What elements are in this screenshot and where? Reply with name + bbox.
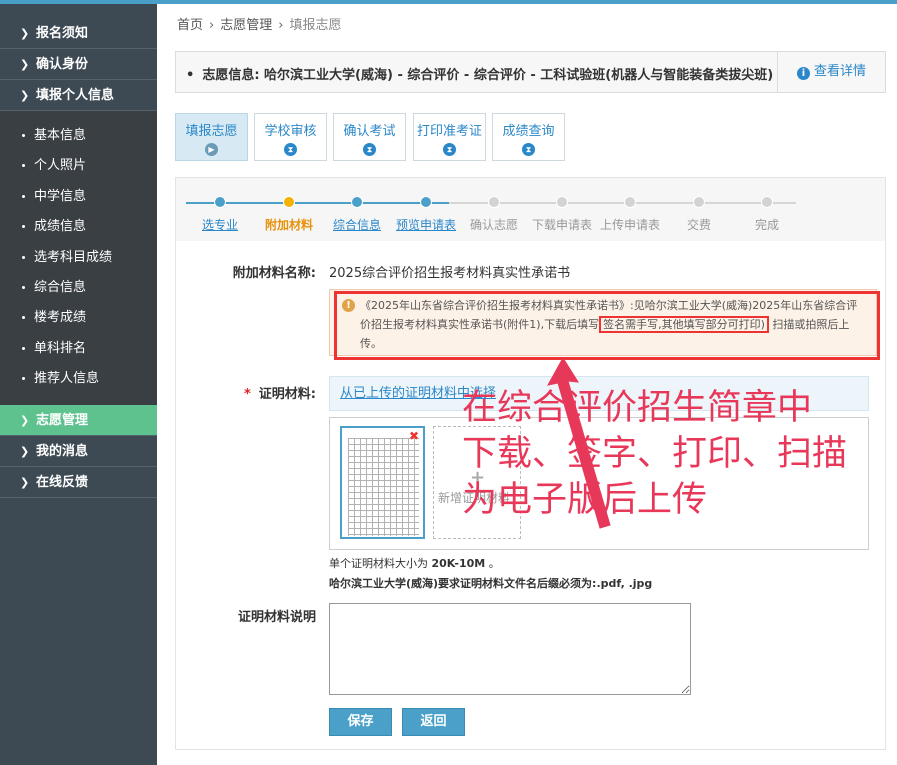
main-content: 首页 › 志愿管理 › 填报志愿 • 志愿信息: 哈尔滨工业大学(威海) - 综合评价 -… (157, 4, 897, 765)
sidebar-item-photo[interactable]: 个人照片 (0, 151, 157, 181)
step-select-major[interactable]: 选专业 (185, 196, 255, 233)
tab-score-query[interactable]: 成绩查询 ⧗ (492, 113, 565, 161)
breadcrumb-current: 填报志愿 (289, 18, 342, 33)
step-dot (214, 196, 226, 208)
file-extension-hint: 哈尔滨工业大学(威海)要求证明材料文件名后缀必须为:.pdf, .jpg (329, 577, 653, 590)
sidebar-item-feedback[interactable]: ❯ 在线反馈 (0, 467, 157, 498)
hourglass-icon: ⧗ (363, 143, 376, 156)
highlight-frame (334, 291, 880, 360)
info-icon: i (796, 67, 810, 80)
material-name-value: 2025综合评价招生报考材料真实性承诺书 (329, 266, 571, 281)
arrow-right-icon: ▶ (205, 143, 218, 156)
application-info-bar: • 志愿信息: 哈尔滨工业大学(威海) - 综合评价 - 综合评价 - 工科试验班… (175, 51, 886, 93)
sidebar-item-referrer-info[interactable]: 推荐人信息 (0, 364, 157, 394)
view-details-button[interactable]: i 查看详情 (777, 52, 885, 92)
chevron-down-icon: ❯ (20, 89, 30, 102)
step-complete: 完成 (732, 196, 802, 233)
proof-material-label: * 证明材料: (243, 387, 316, 402)
chevron-right-icon: ❯ (20, 413, 30, 427)
sidebar-item-my-messages[interactable]: ❯ 我的消息 (0, 436, 157, 467)
step-progress: 选专业 附加材料 综合信息 预览申请表 确认志愿 下载申请表 上传申请表 交费 … (176, 178, 885, 241)
chevron-right-icon: ❯ (20, 58, 30, 71)
step-additional-materials: 附加材料 (254, 196, 324, 233)
sidebar-submenu: 基本信息 个人照片 中学信息 成绩信息 选考科目成绩 综合信息 楼考成绩 单科排… (0, 111, 157, 405)
bullet-icon (22, 285, 25, 289)
close-icon[interactable]: ✖ (409, 429, 419, 443)
hourglass-icon: ⧗ (522, 143, 535, 156)
required-mark: * (243, 387, 251, 402)
bullet-icon (22, 164, 25, 168)
sidebar-item-registration-notice[interactable]: ❯ 报名须知 (0, 18, 157, 49)
tab-fill-application[interactable]: 填报志愿 ▶ (175, 113, 248, 161)
tab-school-review[interactable]: 学校审核 ⧗ (254, 113, 327, 161)
step-dot (693, 196, 705, 208)
application-info-text: • 志愿信息: 哈尔滨工业大学(威海) - 综合评价 - 综合评价 - 工科试验班… (186, 68, 774, 83)
tab-confirm-exam[interactable]: 确认考试 ⧗ (333, 113, 406, 161)
breadcrumb-section[interactable]: 志愿管理 (220, 18, 272, 33)
step-dot (283, 196, 295, 208)
chevron-right-icon: › (278, 18, 284, 33)
hourglass-icon: ⧗ (443, 143, 456, 156)
hourglass-icon: ⧗ (284, 143, 297, 156)
bullet-icon (22, 377, 25, 381)
back-button[interactable]: 返回 (402, 708, 465, 736)
sidebar: ❯ 报名须知 ❯ 确认身份 ❯ 填报个人信息 基本信息 个人照片 中学信息 成绩信息 … (0, 4, 157, 765)
material-description-label: 证明材料说明 (237, 610, 316, 625)
sidebar-item-subject-rank[interactable]: 单科排名 (0, 334, 157, 364)
step-dot (556, 196, 568, 208)
step-upload-form: 上传申请表 (595, 196, 665, 233)
chevron-right-icon: ❯ (20, 444, 30, 458)
instruction-annotation: 在综合评价招生简章中 下载、签字、打印、扫描 为电子版后上传 (462, 388, 848, 520)
file-size-hint: 单个证明材料大小为 20K-10M 。 (329, 557, 500, 570)
sidebar-item-elective-grades[interactable]: 选考科目成绩 (0, 243, 157, 273)
step-comprehensive-info[interactable]: 综合信息 (322, 196, 392, 233)
step-dot (761, 196, 773, 208)
save-button[interactable]: 保存 (329, 708, 392, 736)
step-dot (624, 196, 636, 208)
uploaded-file-thumbnail[interactable]: ✖ (340, 426, 425, 539)
sidebar-item-exam-scores[interactable]: 楼考成绩 (0, 303, 157, 333)
chevron-right-icon: ❯ (20, 475, 30, 489)
step-payment: 交费 (664, 196, 734, 233)
step-dot (488, 196, 500, 208)
bullet-icon (22, 346, 25, 350)
bullet-icon (22, 316, 25, 320)
sidebar-item-comprehensive-info[interactable]: 综合信息 (0, 273, 157, 303)
sidebar-item-basic-info[interactable]: 基本信息 (0, 121, 157, 151)
material-name-label: 附加材料名称: (232, 266, 316, 281)
tab-print-admission-ticket[interactable]: 打印准考证 ⧗ (413, 113, 486, 161)
sidebar-item-school-info[interactable]: 中学信息 (0, 182, 157, 212)
bullet-icon (22, 194, 25, 198)
bullet-icon (22, 225, 25, 229)
document-preview (348, 438, 419, 536)
step-dot (420, 196, 432, 208)
chevron-right-icon: ❯ (20, 27, 30, 40)
material-description-input[interactable] (329, 603, 691, 695)
step-confirm-application: 确认志愿 (459, 196, 529, 233)
chevron-right-icon: › (209, 18, 215, 33)
sidebar-item-grades[interactable]: 成绩信息 (0, 212, 157, 242)
step-preview-form[interactable]: 预览申请表 (391, 196, 461, 233)
sidebar-item-application-management[interactable]: ❯ 志愿管理 (0, 404, 157, 436)
step-dot (351, 196, 363, 208)
breadcrumb-home[interactable]: 首页 (177, 18, 203, 33)
bullet-icon: • (186, 68, 195, 83)
sidebar-item-personal-info[interactable]: ❯ 填报个人信息 (0, 80, 157, 111)
step-download-form: 下载申请表 (527, 196, 597, 233)
bullet-icon (22, 134, 25, 137)
bullet-icon (22, 255, 25, 259)
sidebar-item-confirm-identity[interactable]: ❯ 确认身份 (0, 49, 157, 80)
breadcrumb: 首页 › 志愿管理 › 填报志愿 (177, 14, 341, 33)
